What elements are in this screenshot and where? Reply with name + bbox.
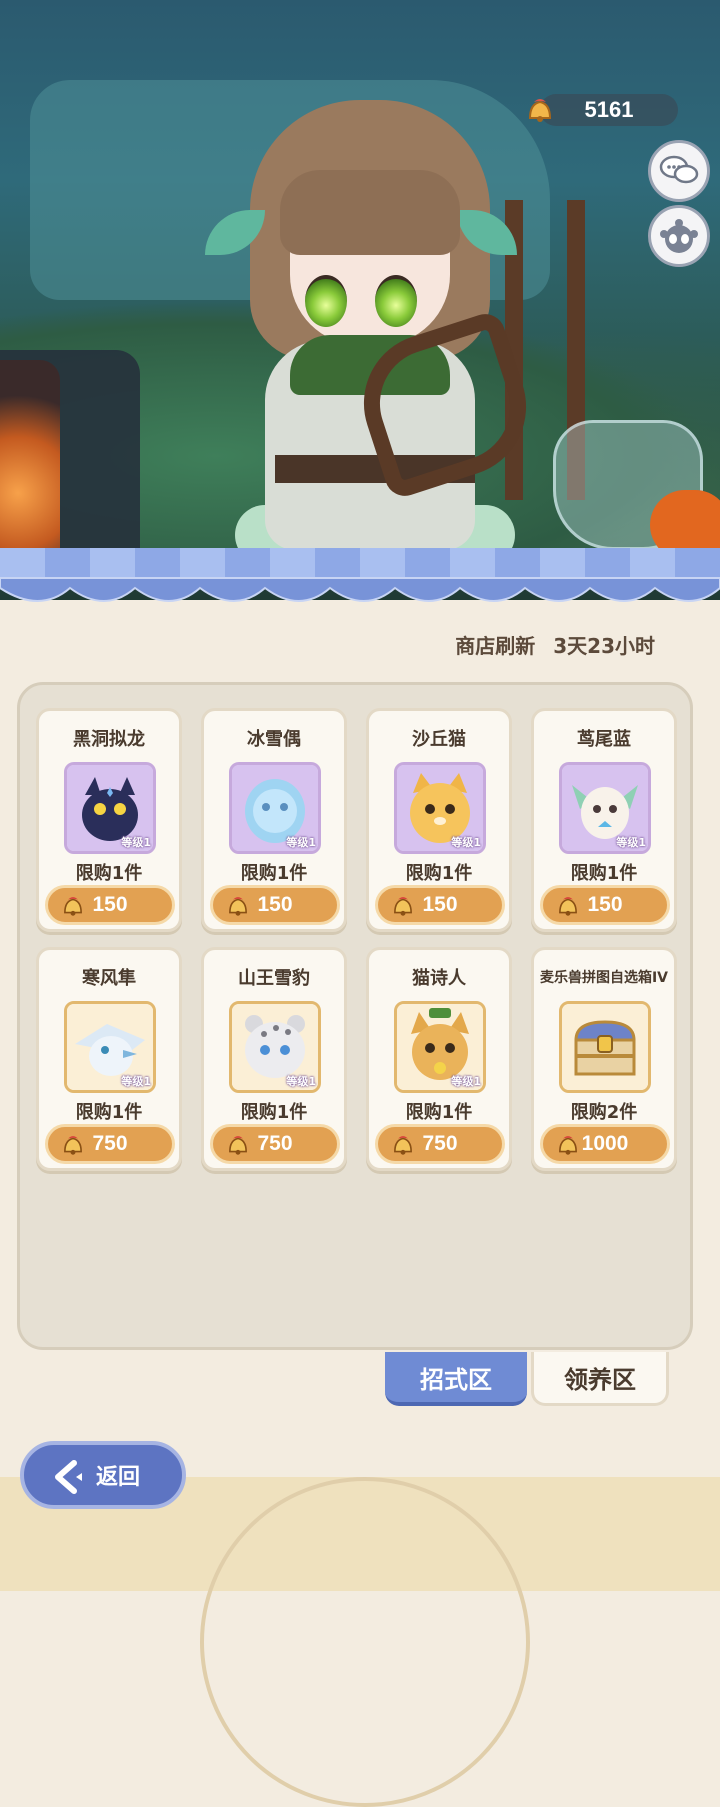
chat-button[interactable]: [648, 140, 710, 202]
item-thumbnail: 等级1: [229, 1001, 321, 1093]
refresh-label: 商店刷新: [455, 634, 536, 658]
bell-coin-icon: [64, 897, 82, 916]
purchase-limit: 限购1件: [405, 863, 473, 884]
item-thumbnail: 等级1: [64, 1001, 156, 1093]
currency-value: 5161: [584, 97, 634, 122]
purchase-limit: 限购1件: [75, 1102, 143, 1123]
item-price: 750: [422, 1132, 458, 1155]
buy-button[interactable]: 150: [210, 885, 340, 925]
level-badge: 等级1: [121, 1075, 151, 1088]
item-thumbnail: 等级1: [559, 762, 651, 854]
buy-button[interactable]: 750: [375, 1124, 505, 1164]
treasure-chest-icon: [562, 1004, 648, 1090]
purchase-limit: 限购1件: [405, 1102, 473, 1123]
item-price: 150: [92, 893, 128, 916]
item-thumbnail: [559, 1001, 651, 1093]
pet-face-icon: [660, 219, 698, 253]
lantern: [0, 360, 60, 550]
item-price: 150: [422, 893, 458, 916]
item-thumbnail: 等级1: [229, 762, 321, 854]
level-badge: 等级1: [451, 836, 481, 849]
purchase-limit: 限购1件: [75, 863, 143, 884]
refresh-time: 3天23小时: [553, 634, 655, 658]
shopkeeper-character[interactable]: [195, 60, 545, 565]
level-badge: 等级1: [451, 1075, 481, 1088]
buy-button[interactable]: 150: [540, 885, 670, 925]
item-price: 150: [587, 893, 623, 916]
buy-button[interactable]: 750: [210, 1124, 340, 1164]
shop-item-card[interactable]: 寒风隼 等级1 限购1件 750: [36, 947, 182, 1171]
buy-button[interactable]: 1000: [540, 1124, 670, 1164]
item-name: 猫诗人: [412, 968, 466, 989]
bell-coin-icon: [394, 1136, 412, 1155]
pet-button[interactable]: [648, 205, 710, 267]
shop-refresh-timer: 商店刷新 3天23小时: [0, 630, 655, 659]
tab-label: 领养区: [564, 1366, 636, 1394]
level-badge: 等级1: [121, 836, 151, 849]
item-name: 麦乐兽拼图自选箱IV: [539, 970, 669, 986]
shop-item-card[interactable]: 山王雪豹 等级1 限购1件 750: [201, 947, 347, 1171]
item-name: 茑尾蓝: [577, 729, 631, 750]
bell-coin-icon: [64, 1136, 82, 1155]
shop-item-card[interactable]: 冰雪偶 等级1 限购1件 150: [201, 708, 347, 932]
shop-item-card[interactable]: 猫诗人 等级1 限购1件 750: [366, 947, 512, 1171]
chat-bubble-icon: [659, 155, 699, 184]
bell-coin-icon: [229, 897, 247, 916]
tab-skill-zone[interactable]: 招式区: [385, 1352, 527, 1406]
buy-button[interactable]: 750: [45, 1124, 175, 1164]
purchase-limit: 限购1件: [570, 863, 638, 884]
item-price: 750: [257, 1132, 293, 1155]
back-label: 返回: [96, 1465, 141, 1490]
item-name: 山王雪豹: [238, 968, 310, 989]
bell-coin-icon: [559, 897, 577, 916]
tab-label: 招式区: [420, 1365, 492, 1394]
buy-button[interactable]: 150: [45, 885, 175, 925]
level-badge: 等级1: [616, 836, 646, 849]
shop-awning: [0, 548, 720, 602]
item-price: 750: [92, 1132, 128, 1155]
shop-item-card[interactable]: 茑尾蓝 等级1 限购1件 150: [531, 708, 677, 932]
item-name: 沙丘猫: [412, 729, 466, 750]
item-name: 黑洞拟龙: [73, 729, 145, 750]
item-price: 1000: [581, 1132, 629, 1155]
bell-coin-icon: [229, 1136, 247, 1155]
item-thumbnail: 等级1: [64, 762, 156, 854]
level-badge: 等级1: [286, 1075, 316, 1088]
item-thumbnail: 等级1: [394, 762, 486, 854]
currency-display: 5161: [540, 94, 678, 126]
purchase-limit: 限购1件: [240, 1102, 308, 1123]
bell-coin-icon: [528, 99, 552, 122]
buy-button[interactable]: 150: [375, 885, 505, 925]
shop-item-card[interactable]: 沙丘猫 等级1 限购1件 150: [366, 708, 512, 932]
tab-adoption-zone[interactable]: 领养区: [531, 1352, 669, 1406]
level-badge: 等级1: [286, 836, 316, 849]
shop-item-card[interactable]: 黑洞拟龙 等级1 限购1件 150: [36, 708, 182, 932]
item-name: 寒风隼: [82, 968, 136, 989]
purchase-limit: 限购1件: [240, 863, 308, 884]
item-price: 150: [257, 893, 293, 916]
character-scene: [0, 0, 720, 600]
bell-coin-icon: [559, 1136, 577, 1155]
back-arrow-icon: [55, 1460, 82, 1494]
shop-item-card[interactable]: 麦乐兽拼图自选箱IV 限购2件 1000: [531, 947, 677, 1171]
bell-coin-icon: [394, 897, 412, 916]
item-name: 冰雪偶: [247, 729, 301, 750]
item-thumbnail: 等级1: [394, 1001, 486, 1093]
purchase-limit: 限购2件: [570, 1102, 638, 1123]
back-button[interactable]: 返回: [20, 1441, 186, 1509]
